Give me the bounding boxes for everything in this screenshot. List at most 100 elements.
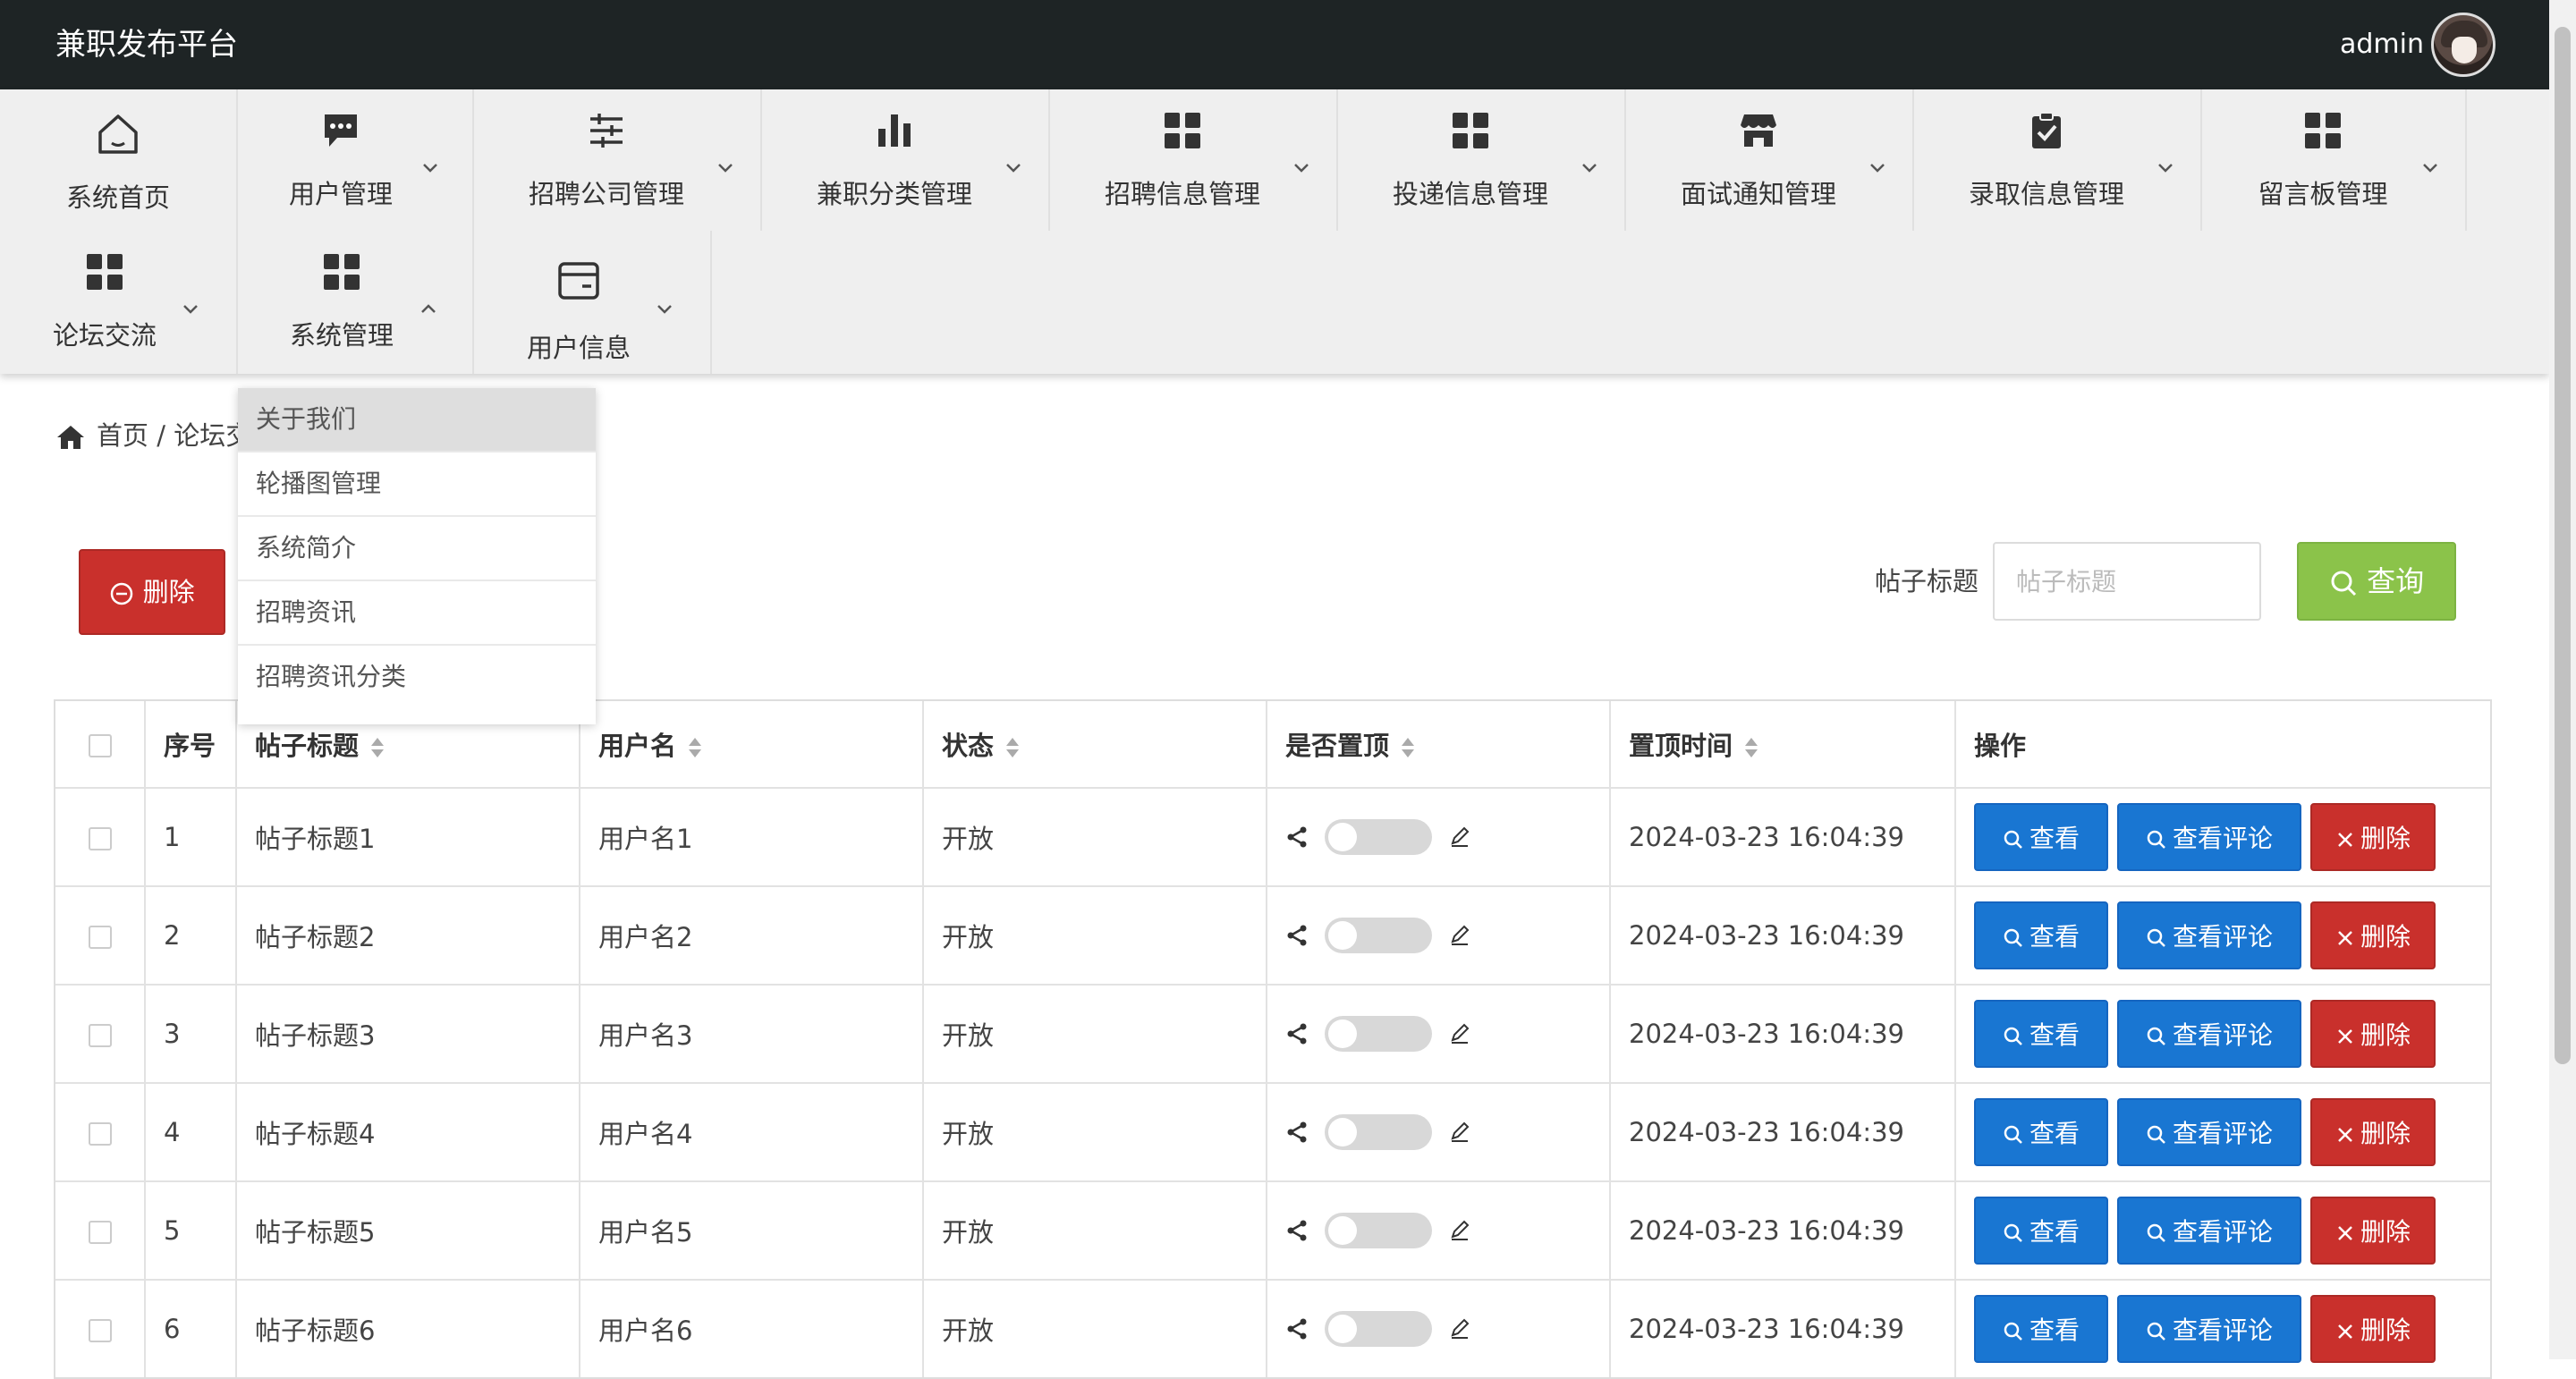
col-header-status[interactable]: 状态 (923, 701, 1267, 789)
pin-toggle[interactable] (1325, 1016, 1432, 1052)
table-row: 2 帖子标题2 用户名2 开放 2024-03-23 16:04:39 查看 查看评论 删除 (55, 886, 2490, 986)
pin-toggle[interactable] (1325, 1213, 1432, 1248)
nav-item-forum[interactable]: 论坛交流 (0, 231, 238, 374)
edit-icon[interactable] (1448, 825, 1471, 849)
nav-item-user-info[interactable]: 用户信息 (474, 231, 712, 374)
col-header-pinned[interactable]: 是否置顶 (1267, 701, 1611, 789)
edit-icon[interactable] (1448, 1317, 1471, 1341)
avatar[interactable] (2431, 13, 2496, 77)
pin-toggle[interactable] (1325, 1114, 1432, 1150)
edit-icon[interactable] (1448, 1121, 1471, 1144)
nav-label: 面试通知管理 (1680, 179, 1836, 209)
view-button[interactable]: 查看 (1974, 1098, 2108, 1166)
share-icon[interactable] (1285, 1219, 1309, 1242)
view-comments-button[interactable]: 查看评论 (2117, 803, 2301, 871)
view-comments-button[interactable]: 查看评论 (2117, 1098, 2301, 1166)
delete-button[interactable]: 删除 (2310, 1295, 2436, 1363)
view-button[interactable]: 查看 (1974, 1000, 2108, 1068)
nav-item-job-info[interactable]: 招聘信息管理 (1050, 89, 1338, 231)
row-pinned (1267, 788, 1611, 887)
row-checkbox[interactable] (88, 1122, 112, 1146)
top-bar: 兼职发布平台 admin (0, 0, 2549, 89)
scrollbar-thumb[interactable] (2555, 27, 2571, 1064)
share-icon[interactable] (1285, 825, 1309, 849)
share-icon[interactable] (1285, 924, 1309, 947)
breadcrumb-home[interactable]: 首页 (97, 420, 148, 451)
sort-icon[interactable] (1743, 736, 1759, 759)
row-checkbox[interactable] (88, 1024, 112, 1047)
row-status: 开放 (923, 788, 1267, 887)
search-input[interactable] (1993, 542, 2261, 621)
view-comments-button[interactable]: 查看评论 (2117, 1295, 2301, 1363)
chevron-down-icon (2423, 164, 2437, 173)
close-icon (2338, 1029, 2352, 1044)
close-icon (2338, 1324, 2352, 1339)
batch-delete-button[interactable]: 删除 (79, 549, 225, 635)
sort-icon[interactable] (1400, 736, 1416, 759)
delete-button[interactable]: 删除 (2310, 1000, 2436, 1068)
view-button[interactable]: 查看 (1974, 1295, 2108, 1363)
button-label: 查看 (2029, 1316, 2080, 1345)
view-button[interactable]: 查看 (1974, 901, 2108, 969)
view-comments-button[interactable]: 查看评论 (2117, 1197, 2301, 1265)
nav-item-category[interactable]: 兼职分类管理 (762, 89, 1050, 231)
button-label: 查询 (2367, 564, 2425, 598)
row-username: 用户名4 (580, 1083, 924, 1182)
delete-button[interactable]: 删除 (2310, 1098, 2436, 1166)
col-header-username[interactable]: 用户名 (580, 701, 924, 789)
nav-item-message-board[interactable]: 留言板管理 (2202, 89, 2467, 231)
edit-icon[interactable] (1448, 1219, 1471, 1242)
query-button[interactable]: 查询 (2297, 542, 2456, 621)
nav-item-company[interactable]: 招聘公司管理 (474, 89, 762, 231)
delete-button[interactable]: 删除 (2310, 1197, 2436, 1265)
nav-item-home[interactable]: 系统首页 (0, 89, 238, 231)
row-checkbox[interactable] (88, 926, 112, 949)
row-checkbox[interactable] (88, 827, 112, 850)
delete-button[interactable]: 删除 (2310, 901, 2436, 969)
nav-item-system[interactable]: 系统管理 (238, 231, 474, 374)
edit-icon[interactable] (1448, 924, 1471, 947)
share-icon[interactable] (1285, 1022, 1309, 1045)
grid-icon (1165, 113, 1200, 148)
grid-icon (2305, 113, 2341, 148)
nav-item-admission[interactable]: 录取信息管理 (1914, 89, 2202, 231)
dropdown-item-about[interactable]: 关于我们 (238, 388, 596, 453)
share-icon[interactable] (1285, 1121, 1309, 1144)
row-username: 用户名6 (580, 1280, 924, 1377)
search-icon (2004, 1223, 2022, 1242)
row-pinned (1267, 1083, 1611, 1182)
pin-toggle[interactable] (1325, 819, 1432, 855)
pin-toggle[interactable] (1325, 918, 1432, 953)
row-checkbox[interactable] (88, 1319, 112, 1342)
button-label: 查看 (2029, 824, 2080, 853)
row-pinned (1267, 1181, 1611, 1281)
breadcrumb: 首页 / 论坛交 (55, 413, 251, 458)
username[interactable]: admin (2340, 0, 2424, 89)
row-pin-time: 2024-03-23 16:04:39 (1610, 1083, 1956, 1182)
dropdown-item-carousel[interactable]: 轮播图管理 (238, 453, 596, 517)
nav-item-interview[interactable]: 面试通知管理 (1626, 89, 1914, 231)
share-icon[interactable] (1285, 1317, 1309, 1341)
nav-item-users[interactable]: 用户管理 (238, 89, 474, 231)
chevron-down-icon (183, 305, 198, 314)
edit-icon[interactable] (1448, 1022, 1471, 1045)
dropdown-item-news[interactable]: 招聘资讯 (238, 581, 596, 646)
sort-icon[interactable] (1004, 736, 1021, 759)
view-button[interactable]: 查看 (1974, 803, 2108, 871)
select-all-checkbox[interactable] (88, 734, 112, 757)
sort-icon[interactable] (369, 736, 386, 759)
search-icon (2147, 1223, 2165, 1242)
col-header-pin-time[interactable]: 置顶时间 (1610, 701, 1956, 789)
view-comments-button[interactable]: 查看评论 (2117, 901, 2301, 969)
delete-button[interactable]: 删除 (2310, 803, 2436, 871)
nav-item-delivery[interactable]: 投递信息管理 (1338, 89, 1626, 231)
pin-toggle[interactable] (1325, 1311, 1432, 1347)
row-checkbox[interactable] (88, 1221, 112, 1244)
view-button[interactable]: 查看 (1974, 1197, 2108, 1265)
dropdown-item-news-category[interactable]: 招聘资讯分类 (238, 646, 596, 708)
dropdown-item-intro[interactable]: 系统简介 (238, 517, 596, 581)
sort-icon[interactable] (687, 736, 703, 759)
view-comments-button[interactable]: 查看评论 (2117, 1000, 2301, 1068)
close-icon (2338, 1226, 2352, 1240)
table-row: 3 帖子标题3 用户名3 开放 2024-03-23 16:04:39 查看 查看评论 删除 (55, 985, 2490, 1084)
